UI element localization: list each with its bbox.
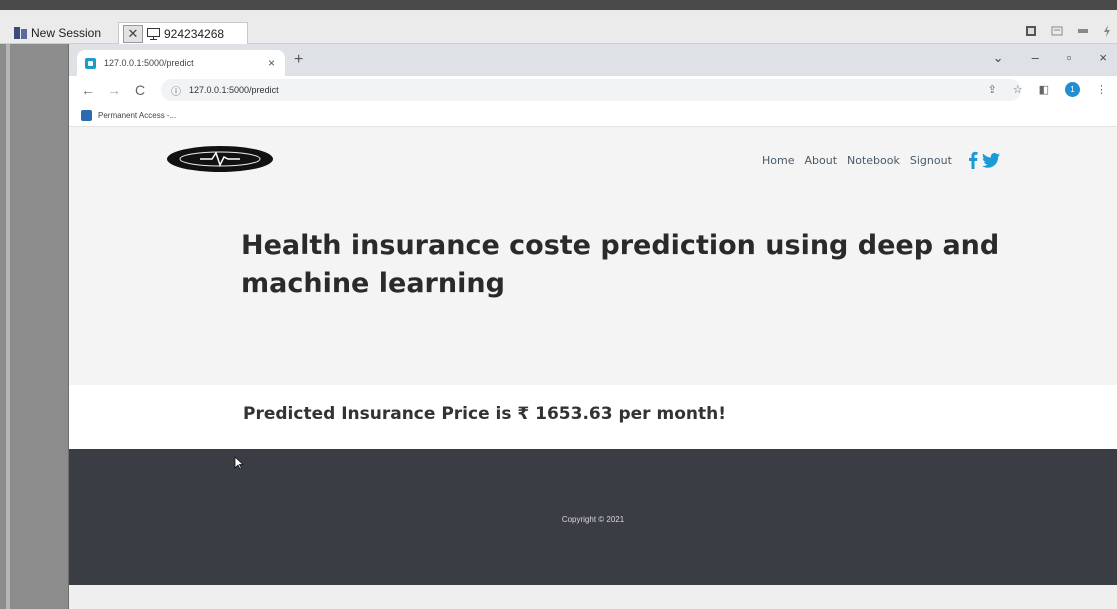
session-controls — [1025, 25, 1111, 37]
side-panel-icon[interactable]: ◧ — [1039, 83, 1049, 96]
monitor-icon — [147, 27, 160, 40]
star-icon[interactable]: ☆ — [1013, 83, 1023, 96]
nav-signout-link[interactable]: Signout — [910, 154, 952, 167]
url-bar[interactable]: ⓘ 127.0.0.1:5000/predict — [161, 79, 1021, 101]
left-gutter — [0, 44, 69, 609]
nav-home-link[interactable]: Home — [762, 154, 794, 167]
bookmark-icon — [81, 109, 92, 121]
social-links — [968, 151, 1000, 169]
back-icon[interactable]: ← — [81, 82, 95, 98]
lightning-icon[interactable] — [1103, 25, 1111, 37]
session-tab-active[interactable]: ✕ 924234268 — [118, 22, 248, 44]
facebook-icon[interactable] — [968, 151, 978, 169]
site-favicon-icon — [85, 57, 96, 69]
page-title: Health insurance coste prediction using … — [241, 230, 1000, 299]
remote-title-strip — [0, 0, 1117, 10]
tab-search-icon[interactable]: ⌄ — [993, 50, 1004, 66]
screen: New Session ✕ 924234268 127.0.0.1:5000/p… — [0, 0, 1117, 609]
minimize-icon[interactable]: – — [1032, 50, 1039, 66]
restore-icon[interactable]: ▫ — [1067, 50, 1072, 66]
page-below-footer — [69, 585, 1117, 609]
session-id-label: 924234268 — [164, 26, 225, 41]
site-footer: Copyright © 2021 — [69, 449, 1117, 585]
session-bar: New Session ✕ 924234268 — [0, 10, 1117, 44]
new-tab-icon[interactable]: + — [294, 52, 303, 68]
nav-notebook-link[interactable]: Notebook — [847, 154, 900, 167]
bookmark-item[interactable]: Permanent Access -... — [98, 111, 176, 120]
left-gutter-rail — [6, 44, 10, 609]
url-text: 127.0.0.1:5000/predict — [189, 85, 279, 95]
address-bar-row: ← → C ⓘ 127.0.0.1:5000/predict ⇪ ☆ ◧ 1 ⋮ — [69, 76, 1117, 104]
forward-icon[interactable]: → — [107, 82, 121, 98]
window-controls: ⌄ – ▫ × — [993, 50, 1107, 66]
new-session-label: New Session — [31, 26, 102, 40]
copyright-text: Copyright © 2021 — [561, 515, 625, 524]
browser-tabbar: 127.0.0.1:5000/predict × + ⌄ – ▫ × — [69, 44, 1117, 76]
browser-tab-title: 127.0.0.1:5000/predict — [104, 58, 194, 68]
session-icon — [14, 27, 27, 39]
screenshot-icon[interactable] — [1025, 25, 1037, 37]
bookmarks-bar: Permanent Access -... — [69, 104, 1117, 127]
site-nav: Home About Notebook Signout — [762, 151, 1000, 169]
browser-chrome: 127.0.0.1:5000/predict × + ⌄ – ▫ × ← → C… — [69, 44, 1117, 127]
tab-close-icon[interactable]: × — [268, 56, 275, 70]
prediction-result-panel: Predicted Insurance Price is ₹ 1653.63 p… — [69, 385, 1117, 449]
window-close-icon[interactable]: × — [1099, 50, 1107, 66]
new-session-tab[interactable]: New Session — [14, 22, 101, 44]
reload-icon[interactable]: C — [133, 82, 147, 98]
share-icon[interactable]: ⇪ — [988, 83, 997, 96]
more-icon[interactable]: ⋮ — [1096, 83, 1107, 96]
close-icon[interactable]: ✕ — [123, 24, 143, 43]
info-icon[interactable]: ⓘ — [171, 83, 181, 98]
profile-avatar[interactable]: 1 — [1065, 82, 1080, 97]
web-page: Home About Notebook Signout Health insur… — [69, 127, 1117, 609]
browser-tab[interactable]: 127.0.0.1:5000/predict × — [77, 50, 285, 76]
twitter-icon[interactable] — [981, 152, 1000, 168]
mouse-cursor-icon — [234, 456, 244, 470]
address-bar-actions: ⇪ ☆ ◧ 1 ⋮ — [988, 82, 1107, 97]
site-logo-icon[interactable] — [166, 145, 274, 173]
menu-icon[interactable] — [1077, 25, 1089, 37]
prediction-result-text: Predicted Insurance Price is ₹ 1653.63 p… — [243, 404, 726, 424]
nav-about-link[interactable]: About — [804, 154, 837, 167]
window-icon[interactable] — [1051, 25, 1063, 37]
